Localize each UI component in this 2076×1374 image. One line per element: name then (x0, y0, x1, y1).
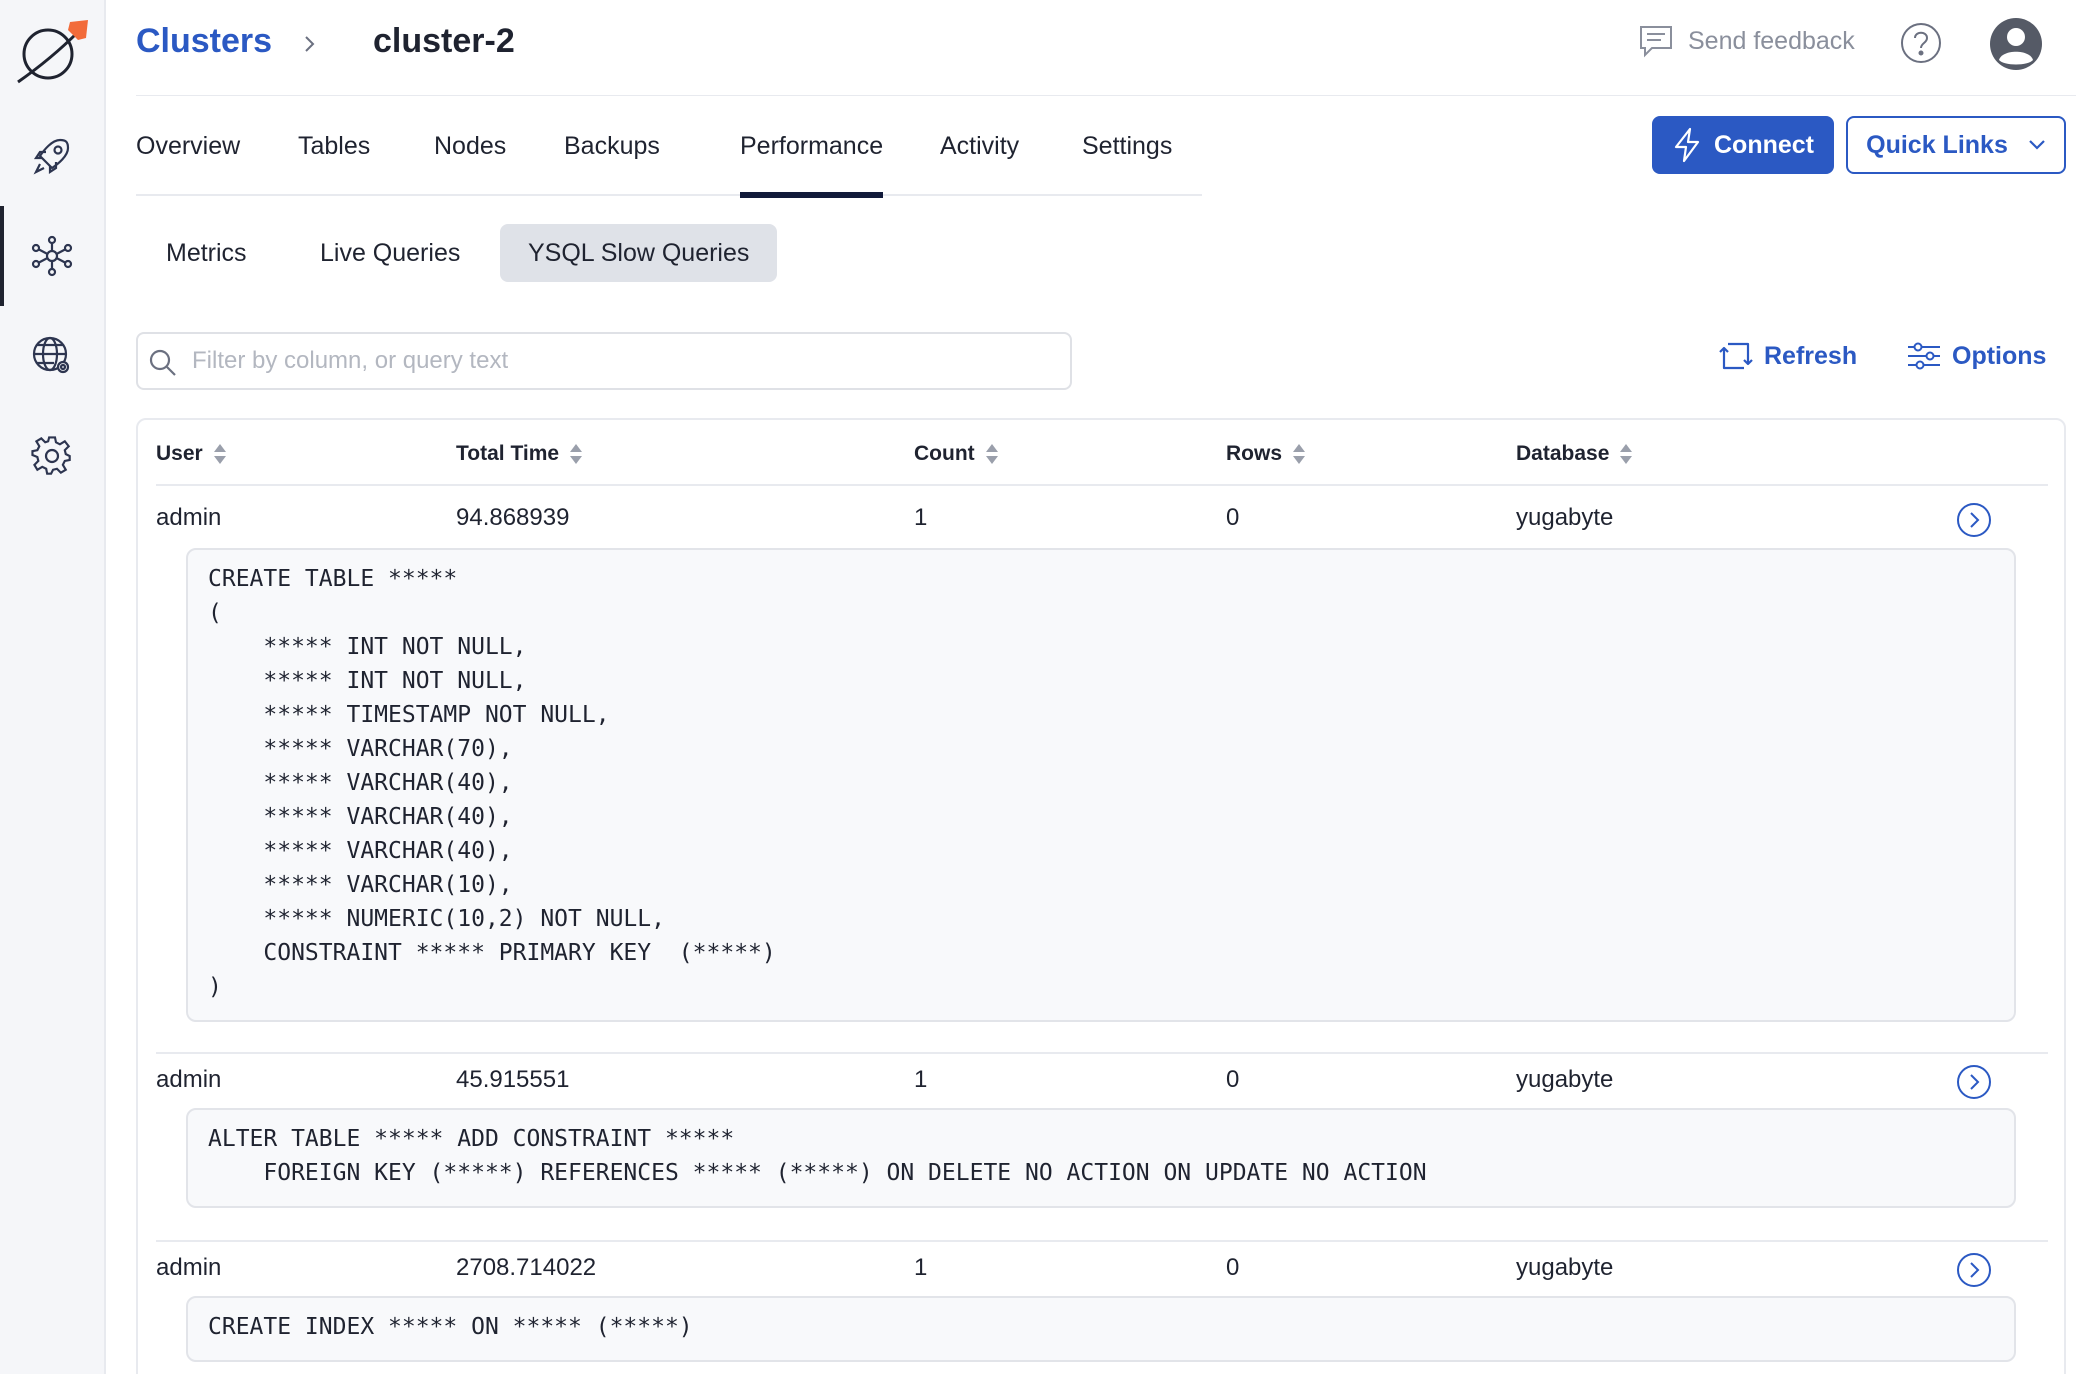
cell-count: 1 (914, 1066, 928, 1093)
cell-rows: 0 (1226, 1254, 1240, 1281)
sort-icon (570, 444, 583, 464)
lightning-icon (1674, 127, 1700, 163)
column-header-user[interactable]: User (156, 442, 227, 466)
search-input[interactable] (192, 342, 1052, 380)
rocket-icon (33, 138, 70, 175)
cell-total-time: 2708.714022 (456, 1254, 597, 1281)
sidebar (0, 0, 106, 1374)
sort-icon (213, 444, 226, 464)
tab-tables[interactable]: Tables (298, 132, 370, 161)
refresh-icon (1719, 342, 1753, 370)
feedback-icon (1640, 26, 1672, 58)
options-button[interactable]: Options (1906, 338, 2046, 374)
query-text: CREATE TABLE ***** ( ***** INT NOT NULL,… (186, 548, 2016, 1022)
sidebar-item-get-started[interactable] (0, 106, 104, 206)
cell-count: 1 (914, 504, 928, 531)
connect-button-label: Connect (1714, 130, 1814, 159)
sort-icon (1620, 444, 1633, 464)
cell-user: admin (156, 504, 222, 531)
cell-database: yugabyte (1516, 1254, 1614, 1281)
search-icon (149, 349, 176, 376)
subtab-live-queries[interactable]: Live Queries (292, 224, 488, 282)
table-header: User Total Time Count Rows Database (156, 420, 2048, 486)
send-feedback-label: Send feedback (1688, 26, 1855, 55)
tab-nodes[interactable]: Nodes (434, 132, 506, 161)
sidebar-item-settings[interactable] (0, 406, 104, 506)
cell-total-time: 45.915551 (456, 1066, 570, 1093)
avatar[interactable] (1990, 18, 2042, 70)
gear-icon (31, 436, 71, 475)
quick-links-label: Quick Links (1866, 130, 2008, 159)
search-box (136, 332, 1072, 390)
column-header-database[interactable]: Database (1516, 442, 1633, 466)
tab-bar: Overview Tables Nodes Backups Performanc… (136, 96, 1202, 198)
quick-links-dropdown[interactable]: Quick Links (1846, 116, 2066, 174)
cell-database: yugabyte (1516, 504, 1614, 531)
refresh-label: Refresh (1764, 341, 1858, 370)
sliders-icon (1908, 342, 1940, 370)
refresh-button[interactable]: Refresh (1718, 338, 1857, 374)
cell-total-time: 94.868939 (456, 504, 570, 531)
subtab-metrics[interactable]: Metrics (138, 224, 275, 282)
sort-icon (985, 444, 998, 464)
cell-user: admin (156, 1066, 222, 1093)
sidebar-item-networking[interactable] (0, 306, 104, 406)
subtab-ysql-slow-queries[interactable]: YSQL Slow Queries (500, 224, 778, 282)
connect-button[interactable]: Connect (1652, 116, 1834, 174)
tab-performance[interactable]: Performance (740, 132, 884, 198)
breadcrumb-clusters-link[interactable]: Clusters (136, 22, 272, 61)
cell-rows: 0 (1226, 1066, 1240, 1093)
cell-database: yugabyte (1516, 1066, 1614, 1093)
chevron-right-circle-icon[interactable] (1956, 502, 1992, 538)
query-text: CREATE INDEX ***** ON ***** (*****) (186, 1296, 2016, 1362)
tab-backups[interactable]: Backups (564, 132, 660, 161)
options-label: Options (1952, 341, 2047, 370)
cluster-icon (31, 235, 73, 277)
send-feedback-button[interactable]: Send feedback (1638, 24, 1855, 58)
sort-icon (1293, 444, 1306, 464)
chevron-right-icon (305, 36, 315, 52)
cell-rows: 0 (1226, 504, 1240, 531)
help-icon[interactable] (1900, 22, 1942, 64)
sidebar-item-clusters[interactable] (0, 206, 104, 306)
main-content: Clusters cluster-2 Send feedback Overvie… (106, 0, 2076, 1374)
chevron-right-circle-icon[interactable] (1956, 1064, 1992, 1100)
globe-settings-icon (32, 336, 70, 374)
row-divider (156, 1052, 2048, 1054)
query-text: ALTER TABLE ***** ADD CONSTRAINT ***** F… (186, 1108, 2016, 1208)
column-header-total-time[interactable]: Total Time (456, 442, 583, 466)
yugabyte-logo-icon[interactable] (14, 18, 92, 84)
row-divider (156, 1240, 2048, 1242)
chevron-down-icon (2029, 140, 2045, 150)
tab-overview[interactable]: Overview (136, 132, 240, 161)
header: Clusters cluster-2 Send feedback (136, 0, 2076, 96)
cell-count: 1 (914, 1254, 928, 1281)
page-title: cluster-2 (373, 22, 515, 60)
tab-settings[interactable]: Settings (1082, 132, 1172, 161)
chevron-right-circle-icon[interactable] (1956, 1252, 1992, 1288)
column-header-rows[interactable]: Rows (1226, 442, 1306, 466)
tab-activity[interactable]: Activity (940, 132, 1019, 161)
cell-user: admin (156, 1254, 222, 1281)
column-header-count[interactable]: Count (914, 442, 999, 466)
slow-queries-table: User Total Time Count Rows Database admi… (136, 418, 2066, 1374)
